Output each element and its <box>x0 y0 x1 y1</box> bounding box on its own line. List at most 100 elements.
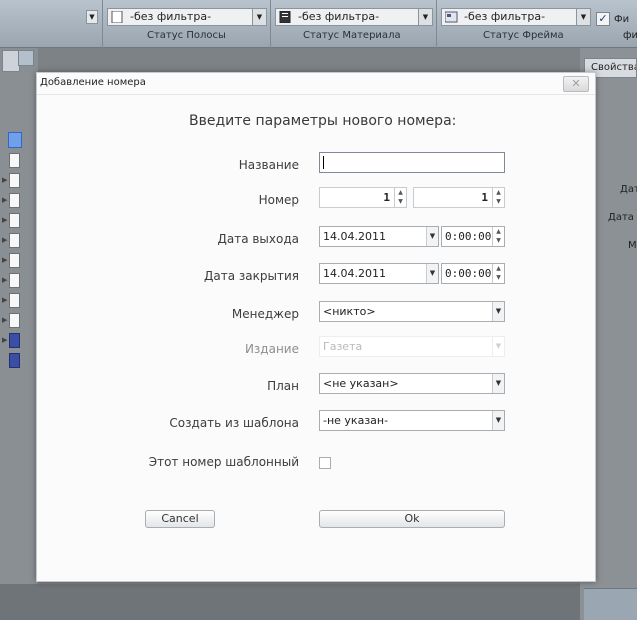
chevron-down-icon: ▼ <box>492 337 504 356</box>
close-time-stepper[interactable]: 0:00:00 ▲ ▼ <box>441 263 505 284</box>
dialog-heading: Введите параметры нового номера: <box>189 113 457 129</box>
tree-item[interactable] <box>2 352 36 370</box>
chevron-down-icon[interactable]: ▼ <box>418 9 432 25</box>
page-icon <box>9 153 20 168</box>
spin-up-icon[interactable]: ▲ <box>493 227 504 236</box>
spin-down-icon[interactable]: ▼ <box>493 197 504 206</box>
chevron-down-icon[interactable]: ▼ <box>492 374 504 393</box>
stepper-buttons[interactable]: ▲ ▼ <box>394 188 406 207</box>
page-icon <box>9 253 20 268</box>
edition-select: Газета ▼ <box>319 336 505 357</box>
template-select[interactable]: -не указан- ▼ <box>319 410 505 431</box>
expand-arrow-icon[interactable]: ▶ <box>2 216 7 224</box>
stepper-buttons[interactable]: ▲ ▼ <box>492 264 504 283</box>
release-date-picker[interactable]: 14.04.2011 ▼ <box>319 226 439 247</box>
cancel-button[interactable]: Cancel <box>145 510 215 528</box>
app-bottom-area <box>0 584 580 620</box>
tree-item[interactable]: ▶ <box>2 212 36 230</box>
left-tree-panel: ▶ ▶ ▶ ▶ ▶ ▶ ▶ ▶ ▶ <box>0 48 38 620</box>
add-issue-dialog: Добавление номера ✕ Введите параметры но… <box>36 72 596 582</box>
chevron-down-icon[interactable]: ▼ <box>492 411 504 430</box>
release-date-value: 14.04.2011 <box>323 230 386 243</box>
tree-item[interactable]: ▶ <box>2 232 36 250</box>
material-status-value: -без фильтра- <box>298 10 380 23</box>
spin-up-icon[interactable]: ▲ <box>493 188 504 197</box>
template-label: Создать из шаблона <box>169 416 299 430</box>
release-date-label: Дата выхода <box>217 232 299 246</box>
expand-arrow-icon[interactable]: ▶ <box>2 336 7 344</box>
chevron-down-icon[interactable]: ▼ <box>426 264 438 283</box>
number-stepper-1[interactable]: 1 ▲ ▼ <box>319 187 407 208</box>
template-value: -не указан- <box>323 414 389 427</box>
spin-down-icon[interactable]: ▼ <box>395 197 406 206</box>
dropdown-arrow-icon[interactable]: ▼ <box>86 10 98 24</box>
properties-label-2: Дата <box>608 212 634 223</box>
expand-arrow-icon[interactable]: ▶ <box>2 236 7 244</box>
page-icon <box>9 193 20 208</box>
name-input[interactable] <box>319 152 505 173</box>
chevron-down-icon[interactable]: ▼ <box>492 302 504 321</box>
page-icon <box>9 213 20 228</box>
tree-item[interactable]: ▶ <box>2 292 36 310</box>
chevron-down-icon[interactable]: ▼ <box>426 227 438 246</box>
page-icon <box>9 173 20 188</box>
spin-up-icon[interactable]: ▲ <box>395 188 406 197</box>
chevron-down-icon[interactable]: ▼ <box>576 9 590 25</box>
expand-arrow-icon[interactable]: ▶ <box>2 256 7 264</box>
page-icon <box>9 353 20 368</box>
tree-tab2-icon[interactable] <box>18 50 34 66</box>
material-status-combo[interactable]: -без фильтра- ▼ <box>275 8 433 26</box>
frame-icon <box>444 11 458 23</box>
plan-value: <не указан> <box>323 377 399 390</box>
tree-item[interactable]: ▶ <box>2 332 36 350</box>
stepper-buttons[interactable]: ▲ ▼ <box>492 188 504 207</box>
close-date-label: Дата закрытия <box>204 269 299 283</box>
article-icon <box>279 10 292 24</box>
spin-up-icon[interactable]: ▲ <box>493 264 504 273</box>
toolbar-right-label-2: фи <box>623 30 637 41</box>
tree-item[interactable]: ▶ <box>2 252 36 270</box>
tree-item[interactable]: ▶ <box>2 272 36 290</box>
release-time-value: 0:00:00 <box>445 230 492 243</box>
tree-item[interactable] <box>2 152 36 170</box>
page-icon <box>9 293 20 308</box>
spin-down-icon[interactable]: ▼ <box>493 273 504 282</box>
page-status-combo[interactable]: -без фильтра- ▼ <box>107 8 267 26</box>
is-template-label: Этот номер шаблонный <box>148 455 299 469</box>
stepper-buttons[interactable]: ▲ ▼ <box>492 227 504 246</box>
expand-arrow-icon[interactable]: ▶ <box>2 276 7 284</box>
plan-select[interactable]: <не указан> ▼ <box>319 373 505 394</box>
right-panel-footer <box>584 588 637 620</box>
toolbar-right-label-1: Фи <box>614 14 630 25</box>
manager-select[interactable]: <никто> ▼ <box>319 301 505 322</box>
toolbar-left-section: ▼ <box>0 0 100 48</box>
chevron-down-icon[interactable]: ▼ <box>252 9 266 25</box>
release-time-stepper[interactable]: 0:00:00 ▲ ▼ <box>441 226 505 247</box>
manager-value: <никто> <box>323 305 376 318</box>
frame-status-caption: Статус Фрейма <box>483 30 564 41</box>
number-label: Номер <box>258 193 299 207</box>
close-date-picker[interactable]: 14.04.2011 ▼ <box>319 263 439 284</box>
page-status-caption: Статус Полосы <box>147 30 226 41</box>
ok-button[interactable]: Ok <box>319 510 505 528</box>
number-value-1: 1 <box>383 191 390 204</box>
expand-arrow-icon[interactable]: ▶ <box>2 176 7 184</box>
tree-item[interactable]: ▶ <box>2 192 36 210</box>
expand-arrow-icon[interactable]: ▶ <box>2 316 7 324</box>
tree-item[interactable]: ▶ <box>2 312 36 330</box>
number-value-2: 1 <box>481 191 488 204</box>
spin-down-icon[interactable]: ▼ <box>493 236 504 245</box>
selected-page-icon[interactable] <box>8 132 22 148</box>
is-template-checkbox[interactable] <box>319 457 331 469</box>
close-icon[interactable]: ✕ <box>563 76 589 92</box>
expand-arrow-icon[interactable]: ▶ <box>2 296 7 304</box>
text-caret <box>323 156 324 169</box>
filter-checkbox[interactable]: ✓ <box>596 12 610 26</box>
material-status-caption: Статус Материала <box>303 30 401 41</box>
expand-arrow-icon[interactable]: ▶ <box>2 196 7 204</box>
number-stepper-2[interactable]: 1 ▲ ▼ <box>413 187 505 208</box>
material-status-filter: -без фильтра- ▼ Статус Материала <box>270 0 436 48</box>
tree-item[interactable]: ▶ <box>2 172 36 190</box>
page-status-filter: -без фильтра- ▼ Статус Полосы <box>102 0 270 48</box>
frame-status-combo[interactable]: -без фильтра- ▼ <box>441 8 591 26</box>
